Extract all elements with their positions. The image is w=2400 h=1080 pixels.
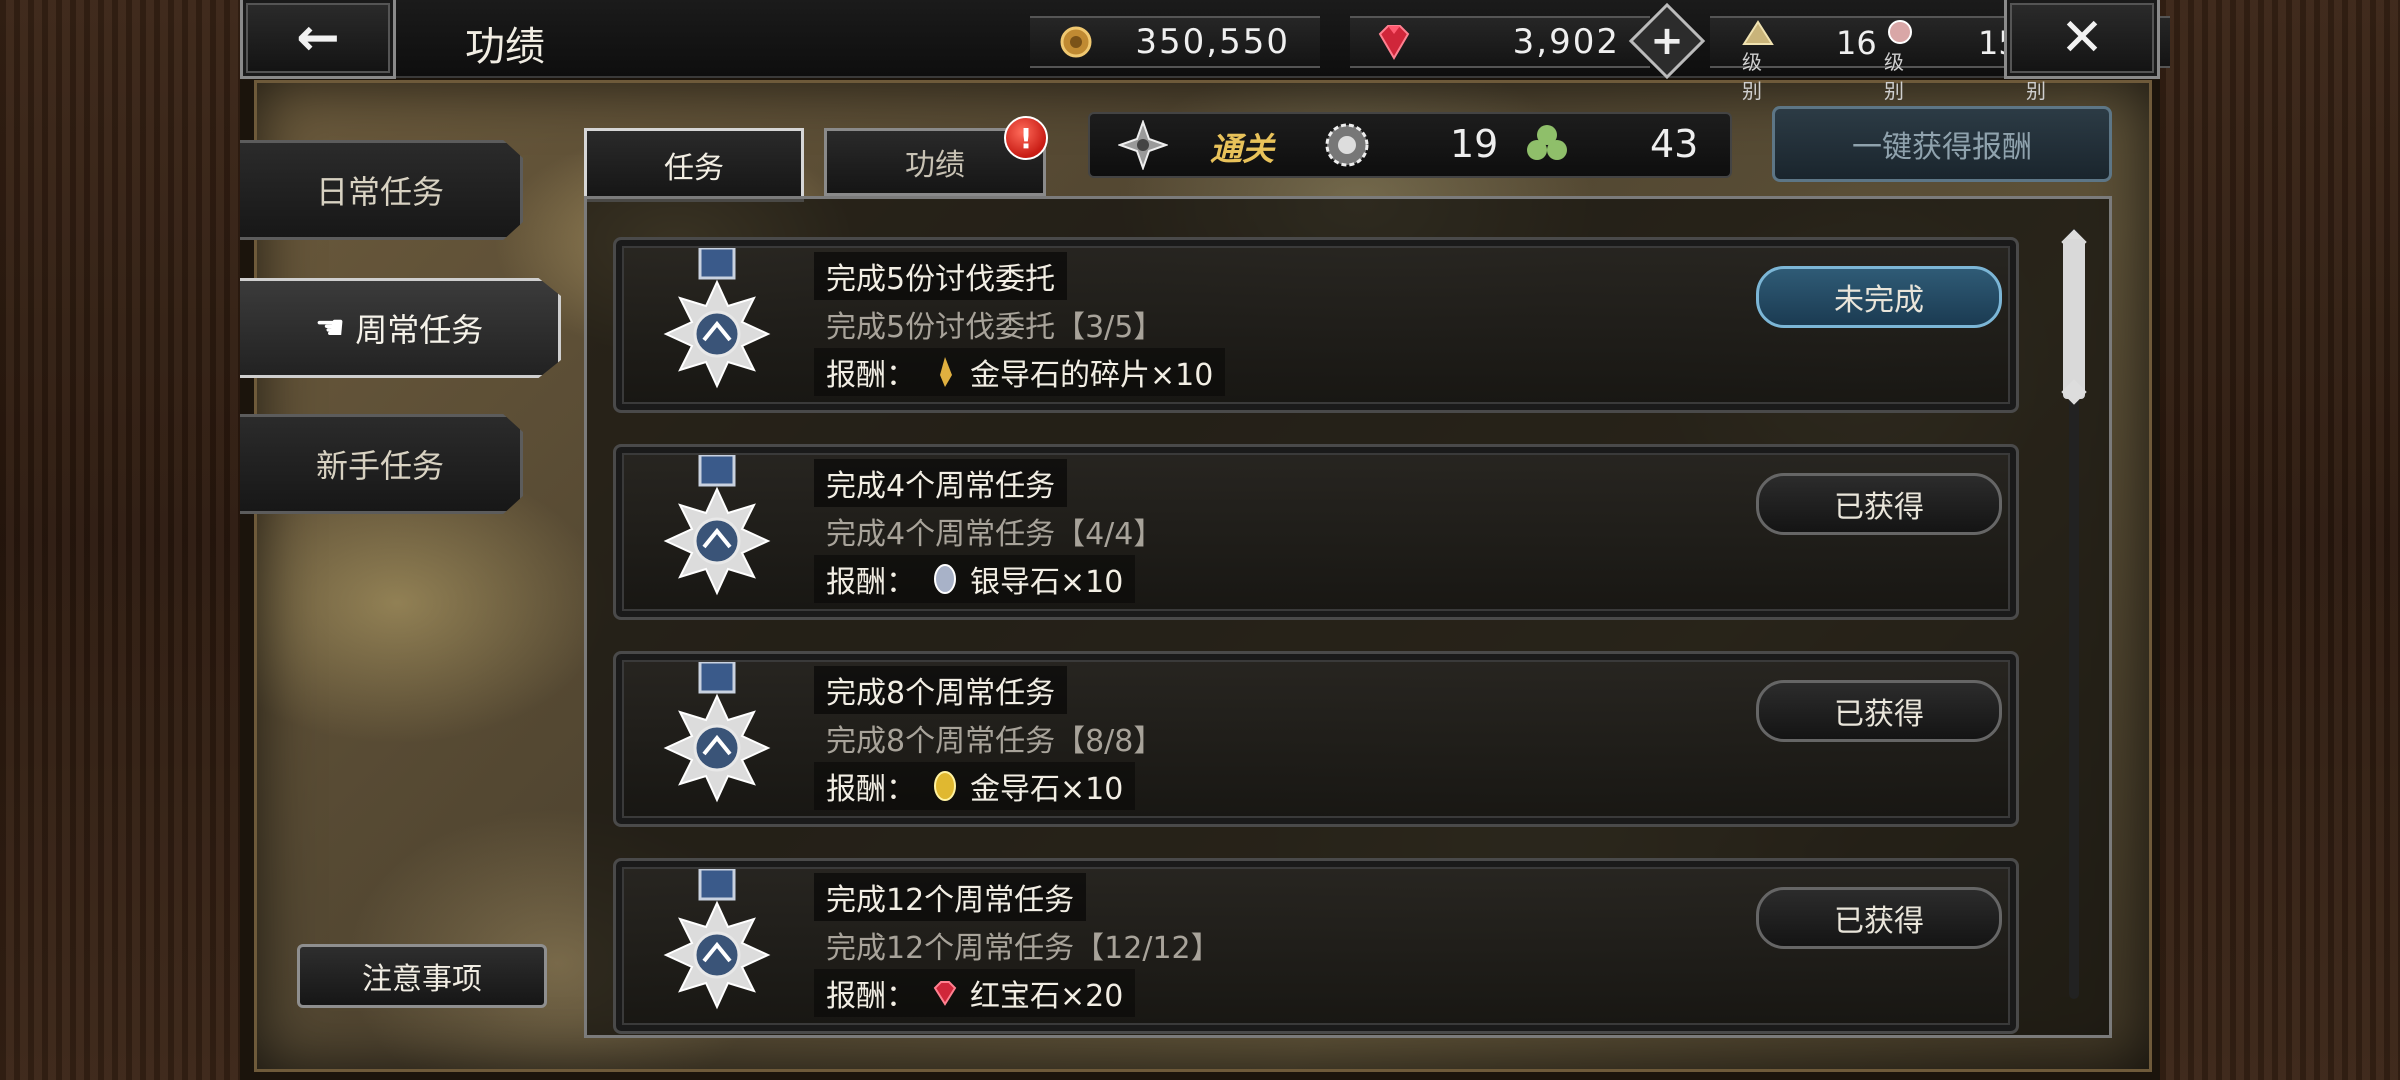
status-incomplete-button[interactable]: 未完成 bbox=[1756, 266, 2002, 328]
quest-list[interactable]: 完成5份讨伐委托 完成5份讨伐委托【3/5】 报酬： 金导石的碎片×10 未完成… bbox=[584, 196, 2112, 1038]
quest-progress: 完成4个周常任务【4/4】 bbox=[826, 517, 1164, 552]
medal-icon bbox=[663, 248, 771, 389]
level-label-1: 级别 bbox=[1742, 50, 1762, 103]
reward-item: 银导石×10 bbox=[970, 565, 1124, 600]
medal-icon bbox=[663, 869, 771, 1010]
reward-item: 红宝石×20 bbox=[970, 979, 1124, 1014]
clear-count-b: 43 bbox=[1650, 122, 1699, 166]
tab-label: 任务 bbox=[664, 151, 724, 186]
page-title: 功绩 bbox=[465, 24, 545, 70]
quest-reward: 报酬： 金导石×10 bbox=[814, 762, 1136, 810]
quest-reward: 报酬： 银导石×10 bbox=[814, 555, 1136, 603]
tab-label: 功绩 bbox=[905, 148, 965, 183]
gold-shard-icon bbox=[940, 357, 952, 387]
reward-label: 报酬： bbox=[826, 565, 916, 600]
pointing-hand-icon: ☚ bbox=[314, 308, 346, 348]
emblem-gold-icon bbox=[1742, 20, 1774, 45]
sidebar-item-label: 周常任务 bbox=[355, 311, 484, 349]
gold-resource: 350,550 bbox=[1030, 16, 1320, 68]
scrollbar-thumb[interactable] bbox=[2063, 239, 2085, 399]
notes-button[interactable]: 注意事项 bbox=[297, 944, 547, 1008]
clear-status-bar: 通关 19 43 bbox=[1088, 112, 1732, 178]
quest-row: 完成5份讨伐委托 完成5份讨伐委托【3/5】 报酬： 金导石的碎片×10 未完成 bbox=[613, 237, 2019, 413]
left-wood-border bbox=[0, 0, 240, 1080]
reward-label: 报酬： bbox=[826, 772, 916, 807]
sidebar-item-label: 日常任务 bbox=[315, 173, 444, 211]
close-button[interactable]: ✕ bbox=[2004, 0, 2160, 79]
quest-progress: 完成8个周常任务【8/8】 bbox=[826, 724, 1164, 759]
sidebar-item-label: 新手任务 bbox=[315, 447, 444, 485]
quest-row: 完成8个周常任务 完成8个周常任务【8/8】 报酬： 金导石×10 已获得 bbox=[613, 651, 2019, 827]
quest-progress: 完成12个周常任务【12/12】 bbox=[826, 931, 1221, 966]
medal-icon bbox=[663, 662, 771, 803]
back-button[interactable]: ← bbox=[240, 0, 396, 79]
emblem-rose-icon bbox=[1888, 20, 1912, 44]
right-wood-border bbox=[2160, 0, 2400, 1080]
quest-title: 完成4个周常任务 bbox=[814, 459, 1068, 507]
level-value-1: 16 bbox=[1836, 24, 1877, 62]
silver-stone-icon bbox=[934, 564, 956, 594]
medal-icon bbox=[663, 455, 771, 596]
gem-resource: 3,902 bbox=[1350, 16, 1650, 68]
tab-tasks[interactable]: 任务 bbox=[584, 128, 804, 202]
quest-row: 完成4个周常任务 完成4个周常任务【4/4】 报酬： 银导石×10 已获得 bbox=[613, 444, 2019, 620]
compass-icon bbox=[1118, 120, 1168, 170]
quest-title: 完成5份讨伐委托 bbox=[814, 252, 1068, 300]
gold-value: 350,550 bbox=[1135, 22, 1290, 62]
clear-label: 通关 bbox=[1210, 130, 1275, 168]
status-claimed-button[interactable]: 已获得 bbox=[1756, 680, 2002, 742]
gold-coin-icon bbox=[1060, 26, 1092, 58]
close-icon: ✕ bbox=[2060, 8, 2104, 68]
alert-badge: ! bbox=[1004, 116, 1048, 160]
quest-title: 完成8个周常任务 bbox=[814, 666, 1068, 714]
sidebar-item-daily[interactable]: 日常任务 bbox=[240, 140, 523, 240]
quest-title: 完成12个周常任务 bbox=[814, 873, 1087, 921]
reward-label: 报酬： bbox=[826, 358, 916, 393]
sidebar-item-weekly[interactable]: ☚ 周常任务 bbox=[240, 278, 561, 378]
gold-stone-icon bbox=[934, 771, 956, 801]
top-bar: ← 功绩 350,550 3,902 + 级别 16 级别 15 别 ✕ bbox=[240, 0, 2170, 103]
ruby-gem-icon bbox=[1378, 25, 1410, 60]
quest-row: 完成12个周常任务 完成12个周常任务【12/12】 报酬： 红宝石×20 已获… bbox=[613, 858, 2019, 1034]
quest-reward: 报酬： 金导石的碎片×10 bbox=[814, 348, 1226, 396]
status-claimed-button[interactable]: 已获得 bbox=[1756, 473, 2002, 535]
reward-item: 金导石的碎片×10 bbox=[970, 358, 1214, 393]
clover-icon bbox=[1527, 125, 1567, 160]
ruby-icon bbox=[933, 981, 957, 1006]
clear-count-a: 19 bbox=[1450, 122, 1499, 166]
reward-item: 金导石×10 bbox=[970, 772, 1124, 807]
back-arrow-icon: ← bbox=[296, 8, 340, 68]
sidebar-item-beginner[interactable]: 新手任务 bbox=[240, 414, 523, 514]
gear-medal-icon bbox=[1325, 123, 1369, 167]
plus-icon: + bbox=[1650, 18, 1684, 64]
gem-value: 3,902 bbox=[1512, 22, 1620, 62]
quest-progress: 完成5份讨伐委托【3/5】 bbox=[826, 310, 1164, 345]
quest-reward: 报酬： 红宝石×20 bbox=[814, 969, 1136, 1017]
status-claimed-button[interactable]: 已获得 bbox=[1756, 887, 2002, 949]
claim-all-button[interactable]: 一键获得报酬 bbox=[1772, 106, 2112, 182]
reward-label: 报酬： bbox=[826, 979, 916, 1014]
level-label-2: 级别 bbox=[1884, 50, 1904, 103]
